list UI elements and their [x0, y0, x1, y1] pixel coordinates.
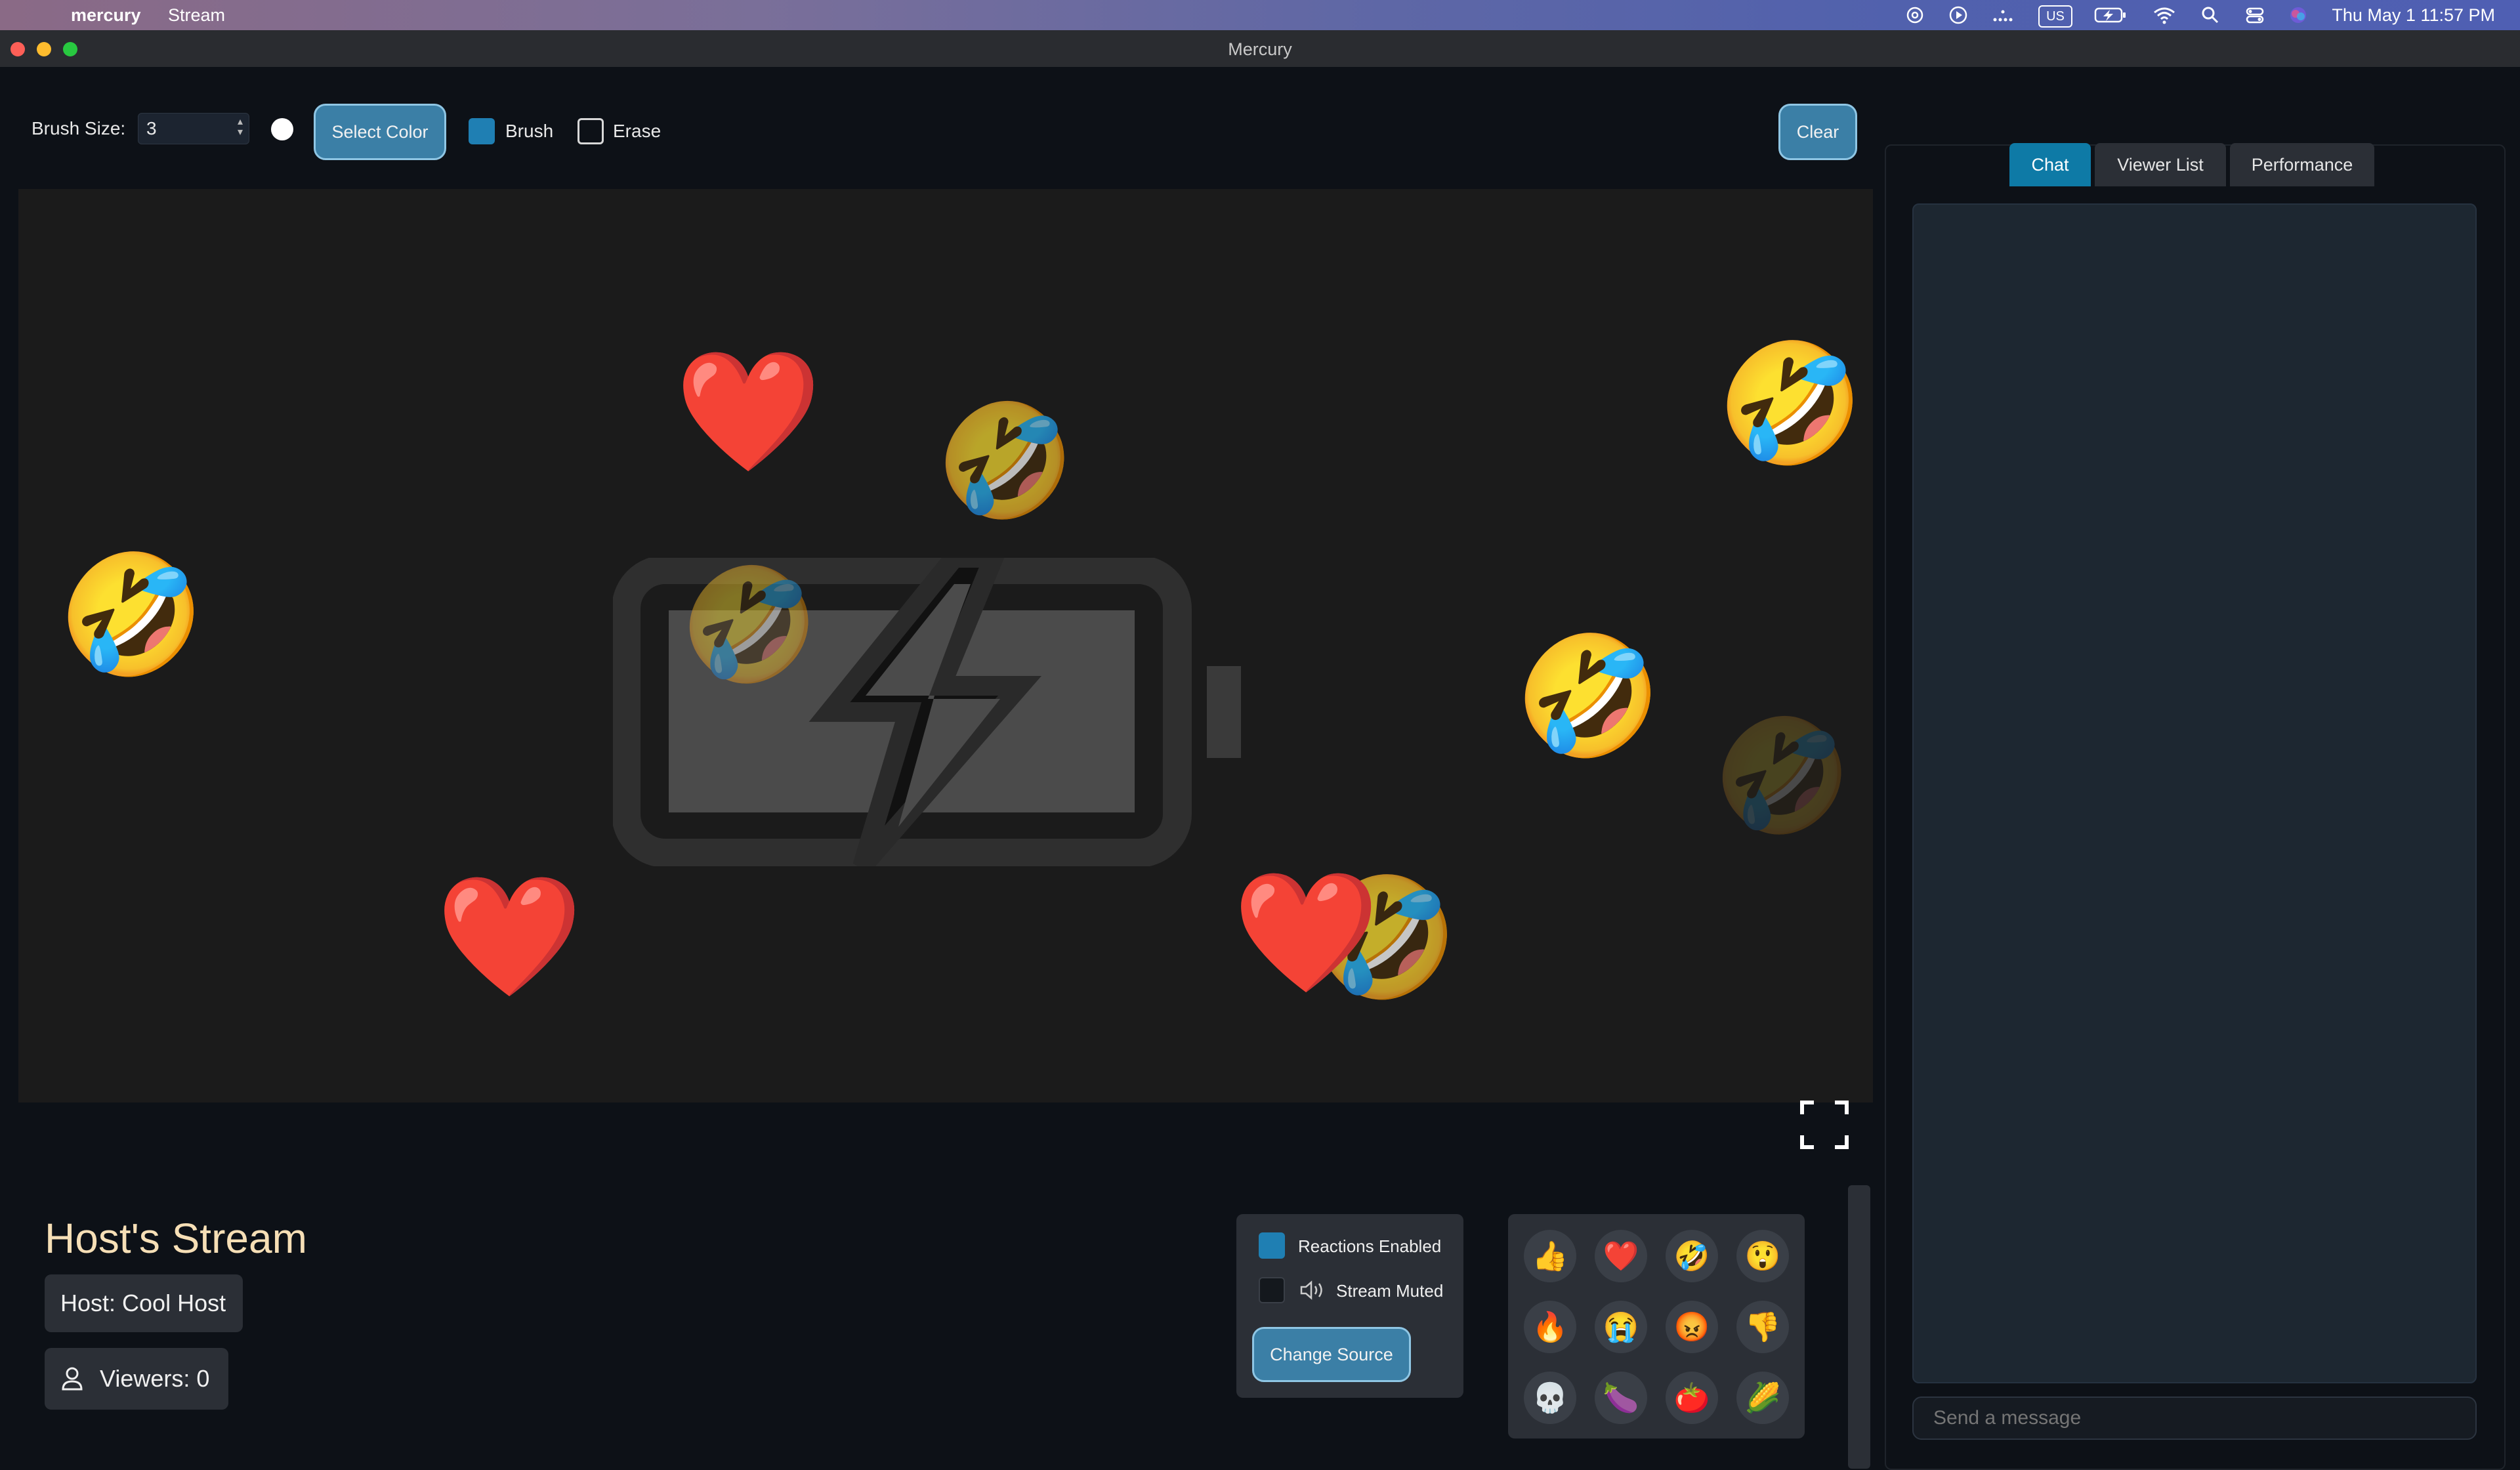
wifi-icon[interactable] — [2151, 4, 2177, 26]
laughing-reaction-button[interactable]: 🤣 — [1666, 1230, 1718, 1282]
heart-reaction-button[interactable]: ❤️ — [1595, 1230, 1647, 1282]
host-label: Host: Cool Host — [60, 1290, 226, 1316]
reactions-enabled-checkbox[interactable] — [1259, 1232, 1285, 1259]
play-circle-icon[interactable] — [1946, 4, 1970, 26]
brush-size-stepper[interactable]: ▴ ▾ — [238, 117, 243, 138]
brush-checkbox[interactable] — [469, 118, 495, 144]
astonished-reaction-button[interactable]: 😲 — [1736, 1230, 1789, 1282]
change-source-button[interactable]: Change Source — [1252, 1327, 1411, 1382]
user-icon — [62, 1367, 83, 1391]
chat-messages-area[interactable] — [1912, 203, 2477, 1383]
erase-checkbox[interactable] — [578, 118, 604, 144]
crying-reaction-button[interactable]: 😭 — [1595, 1301, 1647, 1353]
siri-icon[interactable] — [2286, 4, 2310, 26]
laughing-reaction: 🤣 — [936, 399, 1075, 524]
thumbs-up-reaction-button[interactable]: 👍 — [1524, 1230, 1576, 1282]
bottom-panel-scrollbar[interactable] — [1848, 1185, 1870, 1469]
menu-bar: mercury Stream US Thu May 1 11:57 PM — [0, 0, 2520, 30]
spotlight-icon[interactable] — [2198, 4, 2222, 26]
input-source-icon[interactable]: US — [2038, 5, 2072, 28]
reactions-enabled-label: Reactions Enabled — [1298, 1236, 1442, 1256]
skull-reaction-button[interactable]: 💀 — [1524, 1372, 1576, 1424]
menu-item-stream[interactable]: Stream — [168, 5, 225, 26]
app-window: Brush Size: ▴▾ Select Color Brush Erase … — [0, 67, 2520, 1470]
heart-reaction: ❤️ — [675, 346, 822, 478]
viewers-badge: Viewers: 0 — [45, 1348, 228, 1410]
stream-canvas[interactable]: ❤️ 🤣 🤣 🤣 🤣 🤣 🤣 ❤️ 🤣 ❤️ — [18, 189, 1873, 1149]
battery-charging-icon[interactable] — [2093, 4, 2128, 26]
stream-muted-checkbox[interactable] — [1259, 1277, 1285, 1303]
heart-reaction: ❤️ — [1232, 867, 1380, 999]
chatgpt-icon[interactable] — [1903, 4, 1927, 26]
thumbs-down-reaction-button[interactable]: 👎 — [1736, 1301, 1789, 1353]
tab-performance[interactable]: Performance — [2230, 143, 2374, 186]
laughing-reaction: 🤣 — [1717, 338, 1864, 470]
fire-reaction-button[interactable]: 🔥 — [1524, 1301, 1576, 1353]
control-center-icon[interactable] — [2243, 4, 2267, 26]
speaker-icon — [1300, 1280, 1322, 1300]
app-menu-name[interactable]: mercury — [71, 5, 141, 26]
laughing-reaction: 🤣 — [1713, 714, 1852, 839]
corn-reaction-button[interactable]: 🌽 — [1736, 1372, 1789, 1424]
current-color-swatch — [271, 118, 293, 140]
angry-reaction-button[interactable]: 😡 — [1666, 1301, 1718, 1353]
reaction-picker: 👍 ❤️ 🤣 😲 🔥 😭 😡 👎 💀 🍆 🍅 🌽 — [1508, 1214, 1805, 1438]
host-badge: Host: Cool Host — [45, 1274, 243, 1332]
laughing-reaction: 🤣 — [680, 563, 819, 688]
select-color-button[interactable]: Select Color — [314, 104, 446, 160]
chat-message-input[interactable] — [1912, 1396, 2477, 1440]
eggplant-reaction-button[interactable]: 🍆 — [1595, 1372, 1647, 1424]
dots-icon[interactable] — [1990, 4, 2016, 26]
stream-title: Host's Stream — [45, 1215, 307, 1262]
clear-button[interactable]: Clear — [1778, 104, 1857, 160]
tomato-reaction-button[interactable]: 🍅 — [1666, 1372, 1718, 1424]
tab-chat[interactable]: Chat — [2009, 143, 2091, 186]
window-title: Mercury — [1228, 39, 1292, 59]
menubar-clock[interactable]: Thu May 1 11:57 PM — [2332, 5, 2495, 26]
tab-viewer-list[interactable]: Viewer List — [2095, 143, 2226, 186]
viewers-count: Viewers: 0 — [100, 1365, 210, 1392]
stream-muted-label: Stream Muted — [1336, 1281, 1444, 1301]
stream-controls-panel: Reactions Enabled Stream Muted Change So… — [1236, 1214, 1463, 1398]
fullscreen-icon[interactable] — [1799, 1100, 1849, 1150]
laughing-reaction: 🤣 — [1515, 631, 1662, 763]
erase-label: Erase — [613, 121, 662, 141]
window-title-bar: Mercury — [0, 30, 2520, 68]
brush-label: Brush — [505, 121, 554, 141]
brush-size-input[interactable] — [138, 113, 249, 144]
laughing-reaction: 🤣 — [58, 549, 205, 681]
brush-size-label: Brush Size: — [32, 118, 126, 138]
heart-reaction: ❤️ — [436, 871, 583, 1003]
